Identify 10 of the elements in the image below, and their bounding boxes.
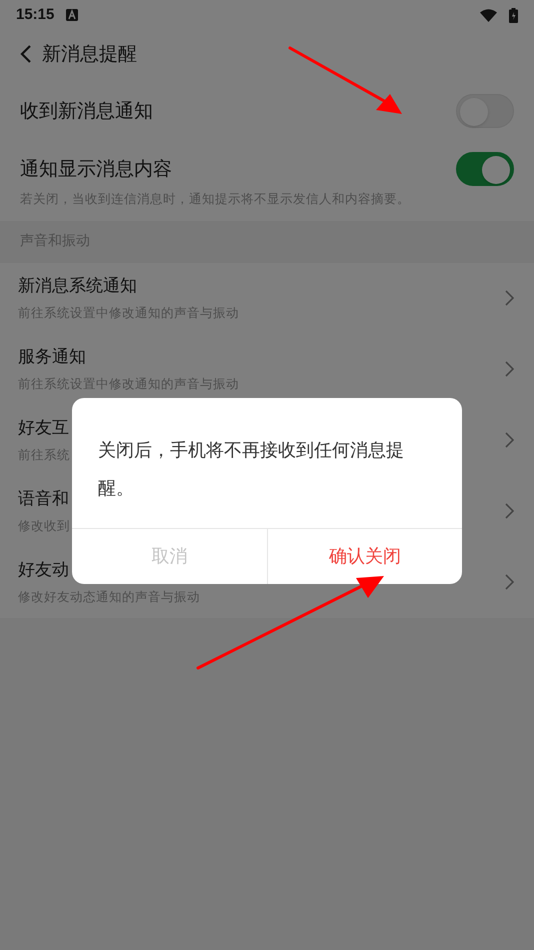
status-time: 15:15	[16, 4, 54, 25]
page-title: 新消息提醒	[42, 42, 137, 67]
item-title: 好友互	[18, 417, 69, 440]
item-title: 好友动	[18, 559, 69, 582]
item-title: 语音和	[18, 488, 69, 512]
setting-label: 收到新消息通知	[20, 98, 154, 124]
setting-label: 通知显示消息内容	[20, 156, 173, 182]
item-title: 服务通知	[18, 346, 86, 370]
dialog-message: 关闭后，手机将不再接收到任何消息提醒。	[97, 439, 405, 501]
item-title: 新消息系统通知	[18, 275, 137, 298]
